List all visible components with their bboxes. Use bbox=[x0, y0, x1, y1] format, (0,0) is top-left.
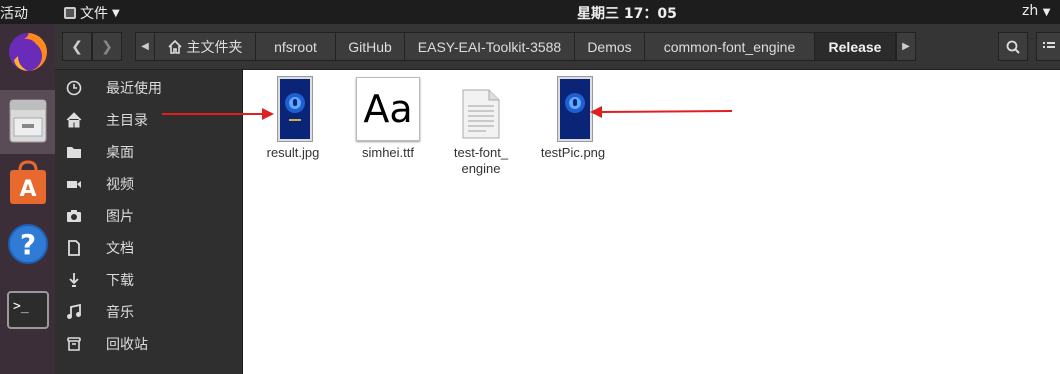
breadcrumb-item[interactable]: GitHub bbox=[336, 32, 405, 61]
breadcrumb-scroll-left[interactable]: ◀ bbox=[135, 32, 155, 61]
help-icon: ? bbox=[7, 224, 48, 264]
breadcrumb-item[interactable]: nfsroot bbox=[256, 32, 336, 61]
chevron-down-icon: ▼ bbox=[112, 7, 120, 19]
sidebar-item-desktop[interactable]: 桌面 bbox=[55, 136, 242, 168]
terminal-icon: >_ bbox=[6, 291, 49, 329]
files-app-icon bbox=[64, 7, 76, 19]
music-icon bbox=[65, 303, 83, 321]
file-name: testPic.png bbox=[540, 145, 606, 160]
sidebar-item-downloads[interactable]: 下载 bbox=[55, 264, 242, 296]
sidebar-item-documents[interactable]: 文档 bbox=[55, 232, 242, 264]
sidebar-item-label: 桌面 bbox=[106, 145, 134, 161]
sidebar-item-label: 下载 bbox=[106, 273, 134, 289]
dock-help[interactable]: ? bbox=[0, 222, 55, 280]
sidebar-item-label: 音乐 bbox=[106, 305, 134, 321]
chevron-down-icon: ▼ bbox=[1042, 7, 1051, 18]
language-label: zh bbox=[1022, 3, 1039, 19]
executable-file-icon bbox=[462, 89, 500, 139]
dock: A ? >_ bbox=[0, 24, 55, 374]
breadcrumb-current[interactable]: Release bbox=[815, 32, 896, 61]
firefox-icon bbox=[8, 33, 47, 71]
document-icon bbox=[65, 239, 83, 257]
annotation-arrow-right bbox=[162, 108, 274, 120]
clock-icon bbox=[65, 79, 83, 97]
file-name-line: test-font_ bbox=[453, 145, 509, 160]
top-bar: 活动 文件 ▼ 星期三 17：05 zh ▼ bbox=[0, 0, 1060, 24]
sidebar-item-label: 回收站 bbox=[106, 337, 148, 353]
sidebar-item-videos[interactable]: 视频 bbox=[55, 168, 242, 200]
files-icon bbox=[9, 99, 46, 143]
home-icon bbox=[65, 111, 83, 129]
breadcrumb-scroll-right[interactable]: ▶ bbox=[896, 32, 916, 61]
file-item[interactable]: Aa simhei.ttf bbox=[348, 75, 428, 167]
dock-firefox[interactable] bbox=[0, 30, 55, 86]
file-item[interactable]: test-font_ engine bbox=[441, 75, 521, 185]
download-icon bbox=[65, 271, 83, 289]
view-options-button[interactable] bbox=[1036, 32, 1060, 61]
file-item[interactable]: testPic.png bbox=[530, 75, 616, 167]
file-name: simhei.ttf bbox=[361, 145, 414, 160]
back-button[interactable]: ❮ bbox=[62, 32, 92, 61]
svg-text:A: A bbox=[19, 177, 36, 202]
dock-files[interactable] bbox=[0, 90, 55, 154]
trash-icon bbox=[65, 335, 83, 353]
software-center-icon: A bbox=[9, 160, 46, 204]
image-thumbnail bbox=[278, 77, 312, 141]
triangle-left-icon: ◀ bbox=[141, 41, 149, 52]
forward-button[interactable]: ❯ bbox=[92, 32, 122, 61]
clock[interactable]: 星期三 17：05 bbox=[577, 3, 677, 23]
font-preview: Aa bbox=[363, 87, 413, 131]
sidebar-item-label: 主目录 bbox=[106, 113, 148, 129]
dock-software[interactable]: A bbox=[0, 158, 55, 216]
file-name-line: engine bbox=[461, 161, 501, 176]
sidebar-item-label: 最近使用 bbox=[106, 81, 162, 97]
sidebar-item-label: 视频 bbox=[106, 177, 134, 193]
font-thumbnail: Aa bbox=[356, 77, 420, 141]
svg-text:>_: >_ bbox=[13, 299, 29, 314]
sidebar-item-music[interactable]: 音乐 bbox=[55, 296, 242, 328]
home-icon bbox=[167, 39, 182, 54]
app-menu[interactable]: 文件 ▼ bbox=[64, 3, 120, 23]
chevron-right-icon: ❯ bbox=[101, 38, 113, 55]
input-method-indicator[interactable]: zh ▼ bbox=[1022, 3, 1050, 19]
annotation-arrow-left bbox=[590, 106, 733, 118]
file-name: test-font_ engine bbox=[441, 145, 521, 177]
sidebar-item-recent[interactable]: 最近使用 bbox=[55, 72, 242, 104]
triangle-right-icon: ▶ bbox=[902, 41, 910, 52]
breadcrumb-home[interactable]: 主文件夹 bbox=[155, 32, 256, 61]
dock-terminal[interactable]: >_ bbox=[0, 290, 55, 340]
sidebar-item-trash[interactable]: 回收站 bbox=[55, 328, 242, 360]
sidebar-item-label: 图片 bbox=[106, 209, 134, 225]
breadcrumb-item[interactable]: EASY-EAI-Toolkit-3588 bbox=[405, 32, 575, 61]
breadcrumb-item[interactable]: common-font_engine bbox=[645, 32, 815, 61]
activities-button[interactable]: 活动 bbox=[0, 3, 28, 23]
search-icon bbox=[1006, 40, 1020, 54]
app-menu-label: 文件 bbox=[80, 6, 108, 22]
sidebar-item-pictures[interactable]: 图片 bbox=[55, 200, 242, 232]
search-button[interactable] bbox=[998, 32, 1028, 61]
list-view-icon bbox=[1042, 41, 1055, 48]
video-icon bbox=[65, 175, 83, 193]
image-thumbnail bbox=[558, 77, 592, 141]
sidebar-item-label: 文档 bbox=[106, 241, 134, 257]
chevron-left-icon: ❮ bbox=[71, 38, 83, 55]
breadcrumb-home-label: 主文件夹 bbox=[186, 38, 243, 55]
folder-icon bbox=[65, 143, 83, 161]
breadcrumb-item[interactable]: Demos bbox=[575, 32, 645, 61]
svg-text:?: ? bbox=[19, 228, 35, 261]
file-name: result.jpg bbox=[266, 145, 320, 160]
header-bar: ❮ ❯ ◀ 主文件夹 nfsroot GitHub EASY-EAI-Toolk… bbox=[55, 24, 1060, 70]
camera-icon bbox=[65, 207, 83, 225]
